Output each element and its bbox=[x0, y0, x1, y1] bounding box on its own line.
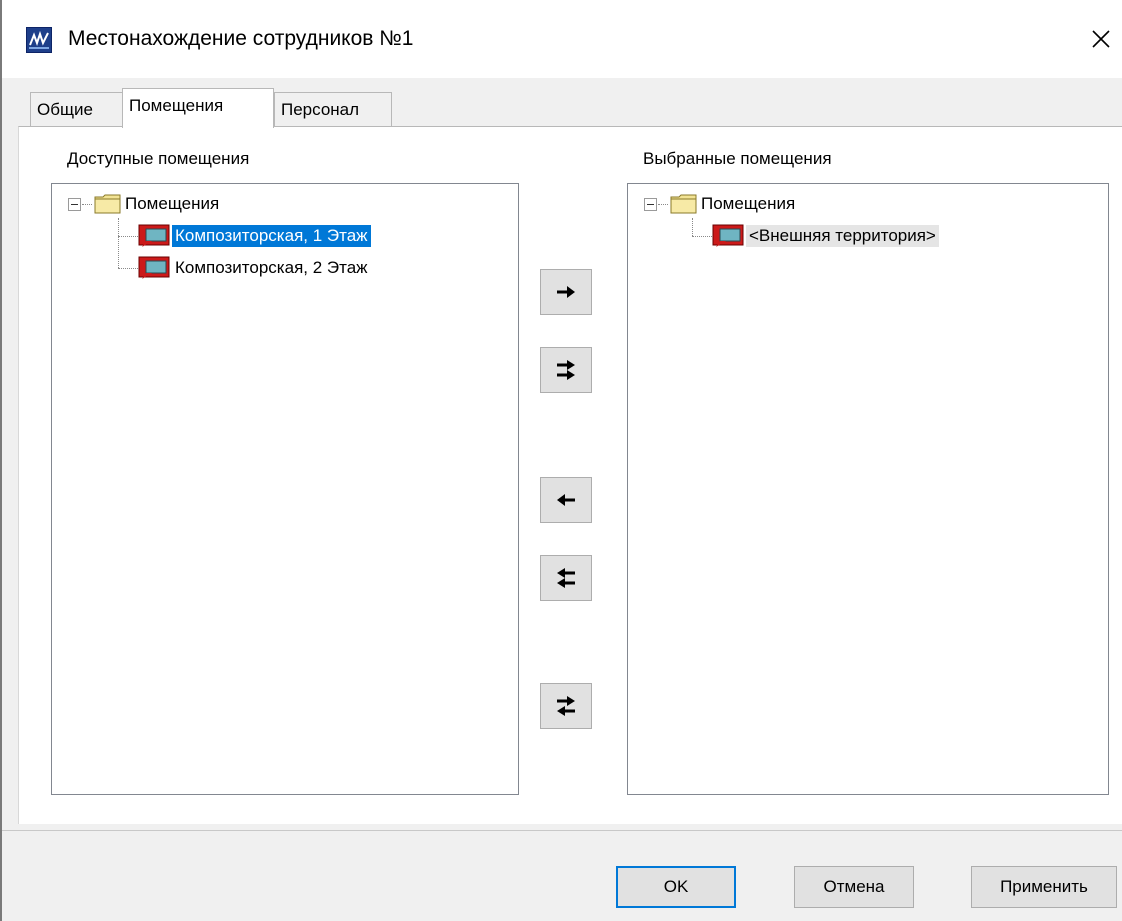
collapse-toggle[interactable] bbox=[68, 198, 81, 211]
available-rooms-tree[interactable]: Помещения Композиторская, 1 Этаж Компози… bbox=[51, 183, 519, 795]
tree-item-room[interactable]: Композиторская, 2 Этаж bbox=[138, 254, 371, 282]
double-arrow-left-icon bbox=[557, 568, 575, 588]
arrow-right-icon bbox=[557, 286, 575, 298]
tree-item-label: <Внешняя территория> bbox=[746, 225, 939, 247]
cancel-button[interactable]: Отмена bbox=[794, 866, 914, 908]
title-bar[interactable]: Местонахождение сотрудников №1 bbox=[2, 0, 1122, 78]
double-arrow-right-icon bbox=[557, 360, 575, 380]
window-title: Местонахождение сотрудников №1 bbox=[68, 27, 414, 50]
tab-label: Помещения bbox=[129, 96, 224, 115]
tree-line bbox=[82, 204, 92, 205]
apply-button[interactable]: Применить bbox=[971, 866, 1117, 908]
tree-node-label: Помещения bbox=[125, 194, 220, 213]
move-all-right-button[interactable] bbox=[540, 347, 592, 393]
tab-label: Персонал bbox=[281, 100, 360, 119]
folder-icon bbox=[670, 194, 697, 214]
move-right-button[interactable] bbox=[540, 269, 592, 315]
selected-rooms-tree[interactable]: Помещения <Внешняя территория> bbox=[627, 183, 1109, 795]
tree-line bbox=[118, 268, 138, 269]
room-icon bbox=[138, 256, 170, 279]
move-all-left-button[interactable] bbox=[540, 555, 592, 601]
tree-line bbox=[692, 218, 693, 236]
close-icon bbox=[1092, 30, 1110, 48]
tree-item-room[interactable]: <Внешняя территория> bbox=[712, 222, 939, 250]
app-icon bbox=[26, 27, 52, 53]
collapse-toggle[interactable] bbox=[644, 198, 657, 211]
close-button[interactable] bbox=[1080, 18, 1122, 60]
room-icon bbox=[712, 224, 744, 247]
tree-root-node[interactable]: Помещения bbox=[670, 190, 798, 218]
tree-item-label: Композиторская, 1 Этаж bbox=[172, 225, 371, 247]
tree-line bbox=[658, 204, 668, 205]
tab-rooms[interactable]: Помещения bbox=[122, 88, 274, 128]
tree-line bbox=[692, 236, 714, 237]
folder-icon bbox=[94, 194, 121, 214]
selected-rooms-label: Выбранные помещения bbox=[643, 149, 832, 168]
tree-item-room[interactable]: Композиторская, 1 Этаж bbox=[138, 222, 371, 250]
tree-root-node[interactable]: Помещения bbox=[94, 190, 222, 218]
window-left-border bbox=[0, 0, 2, 921]
tree-item-label: Композиторская, 2 Этаж bbox=[175, 258, 368, 277]
swap-button[interactable] bbox=[540, 683, 592, 729]
move-left-button[interactable] bbox=[540, 477, 592, 523]
ok-button[interactable]: OK bbox=[616, 866, 736, 908]
tree-node-label: Помещения bbox=[701, 194, 796, 213]
footer-separator bbox=[2, 830, 1122, 831]
available-rooms-label: Доступные помещения bbox=[67, 149, 250, 168]
arrow-left-icon bbox=[557, 494, 575, 506]
tab-label: Общие bbox=[37, 100, 93, 119]
tree-line bbox=[118, 218, 119, 268]
tab-general[interactable]: Общие bbox=[30, 92, 124, 128]
room-icon bbox=[138, 224, 170, 247]
swap-arrows-icon bbox=[557, 696, 575, 716]
tree-line bbox=[118, 236, 138, 237]
tab-personnel[interactable]: Персонал bbox=[274, 92, 392, 128]
